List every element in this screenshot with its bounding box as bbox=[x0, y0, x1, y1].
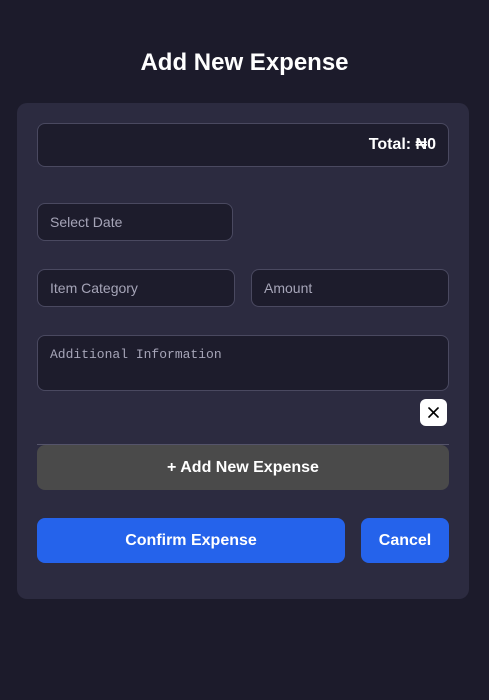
expense-form-card: Total: ₦0 + Add New Expense Confirm Expe… bbox=[17, 103, 469, 599]
remove-item-button[interactable] bbox=[420, 399, 447, 426]
confirm-expense-button[interactable]: Confirm Expense bbox=[37, 518, 345, 563]
close-icon bbox=[428, 407, 439, 418]
date-input[interactable] bbox=[37, 203, 233, 241]
category-input[interactable] bbox=[37, 269, 235, 307]
amount-input[interactable] bbox=[251, 269, 449, 307]
cancel-button[interactable]: Cancel bbox=[361, 518, 449, 563]
total-label: Total: ₦0 bbox=[368, 136, 436, 153]
add-new-expense-button[interactable]: + Add New Expense bbox=[37, 445, 449, 490]
additional-info-textarea[interactable] bbox=[37, 335, 449, 391]
total-display: Total: ₦0 bbox=[37, 123, 449, 167]
page-title: Add New Expense bbox=[140, 49, 349, 76]
